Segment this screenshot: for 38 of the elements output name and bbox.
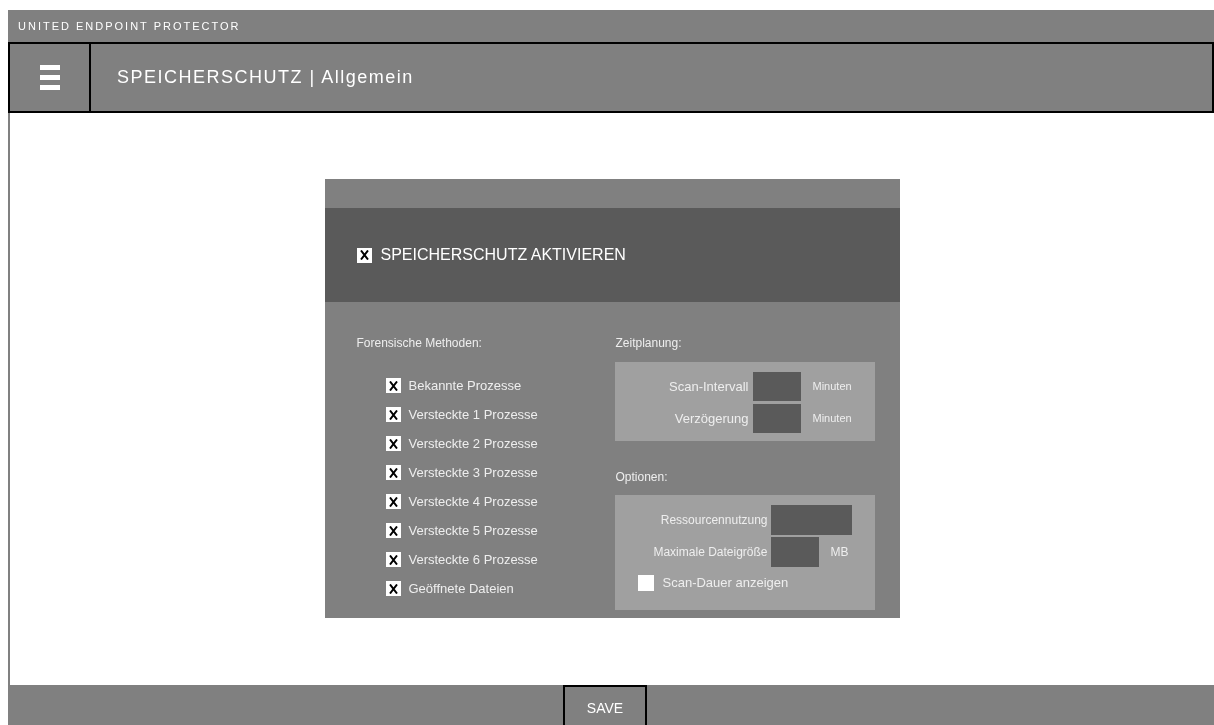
field-label: Verzögerung: [673, 409, 750, 428]
input-field[interactable]: [752, 372, 801, 401]
input-field[interactable]: [770, 537, 819, 567]
checkbox-label: Bekannte Prozesse: [408, 376, 522, 395]
checkbox-label: Geöffnete Dateien: [408, 579, 514, 598]
checkbox-label: Versteckte 5 Prozesse: [408, 521, 538, 540]
checkbox[interactable]: [385, 407, 401, 422]
section-heading: Optionen:: [614, 470, 668, 484]
app-title: UNITED ENDPOINT PROTECTOR: [18, 18, 241, 34]
field-label: Maximale Dateigröße: [652, 544, 769, 561]
checkbox[interactable]: [385, 523, 401, 538]
section-heading: Forensische Methoden:: [356, 335, 482, 350]
unit-label: MB: [830, 544, 849, 561]
checkbox-label: SPEICHERSCHUTZ AKTIVIEREN: [380, 245, 626, 265]
checkbox-label: Scan-Dauer anzeigen: [662, 574, 789, 592]
section-heading: Zeitplanung:: [614, 335, 682, 352]
checkbox[interactable]: [385, 552, 401, 567]
field-label: Scan-Intervall: [668, 377, 750, 396]
checkbox[interactable]: [385, 494, 401, 509]
checkbox-label: Versteckte 1 Prozesse: [408, 405, 538, 424]
checkbox[interactable]: [385, 581, 401, 596]
unit-label: Minuten: [812, 411, 852, 427]
checkbox-label: Versteckte 2 Prozesse: [408, 434, 538, 453]
checkbox-label: Versteckte 6 Prozesse: [408, 550, 538, 569]
menu-icon: [39, 65, 60, 90]
checkbox-label: Versteckte 4 Prozesse: [408, 492, 538, 511]
checkbox-label: Versteckte 3 Prozesse: [408, 463, 538, 482]
checkbox[interactable]: [356, 247, 372, 263]
checkbox[interactable]: [385, 465, 401, 480]
input-field[interactable]: [770, 505, 852, 535]
unit-label: Minuten: [812, 379, 852, 395]
checkbox[interactable]: [385, 378, 401, 393]
save-button[interactable]: SAVE: [563, 685, 647, 725]
input-field[interactable]: [752, 404, 801, 433]
field-label: Ressourcennutzung: [659, 512, 769, 529]
page-title: SPEICHERSCHUTZ | Allgemein: [117, 66, 414, 89]
checkbox[interactable]: [637, 574, 654, 591]
checkbox[interactable]: [385, 436, 401, 451]
